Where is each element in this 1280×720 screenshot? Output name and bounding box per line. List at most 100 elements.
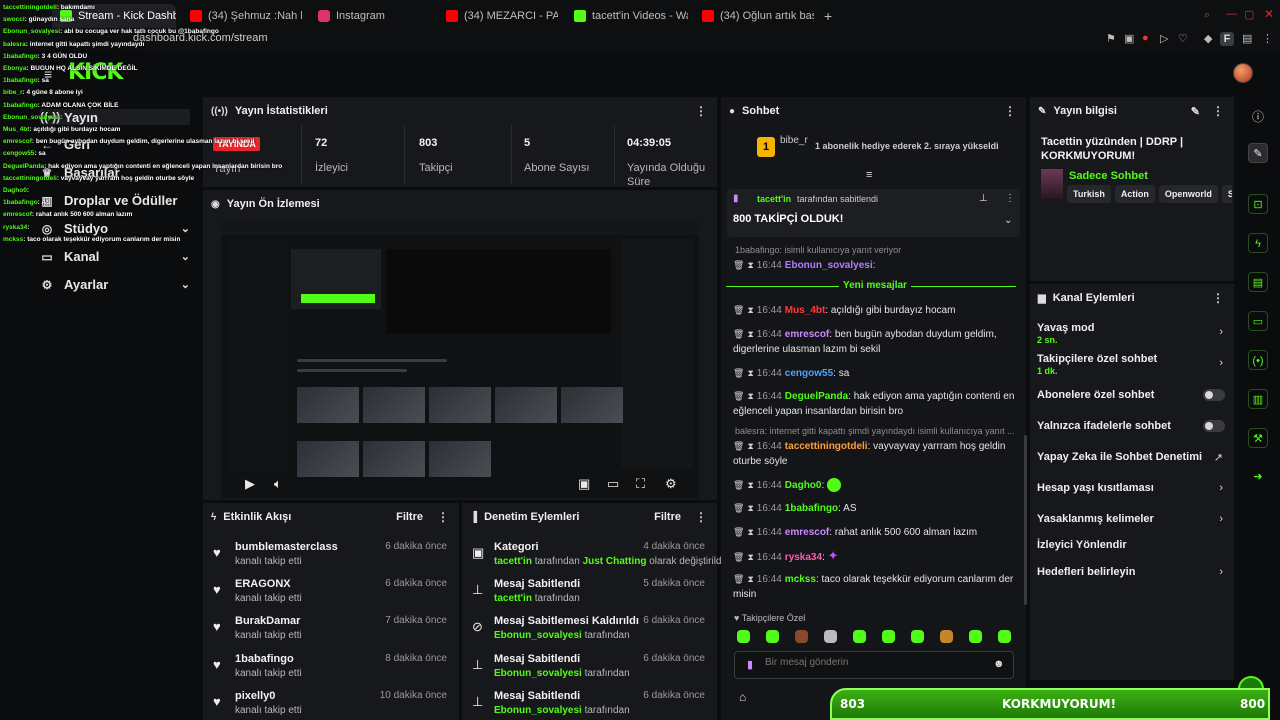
close-icon[interactable]: ✕ (1264, 7, 1274, 21)
arrow-icon[interactable]: ➜ (1248, 467, 1268, 487)
new-tab-button[interactable]: + (816, 4, 840, 28)
sidebar-item-kanal[interactable]: ▭ Kanal ⌄ (40, 249, 190, 264)
tag[interactable]: Openworld (1158, 185, 1218, 203)
message-username[interactable]: cengow55 (785, 368, 833, 379)
message-username[interactable]: taccettiningotdeli (785, 441, 868, 452)
emote-icon[interactable] (882, 630, 895, 643)
gift-username[interactable]: bibe_r (780, 135, 808, 146)
action-subscribers-only[interactable]: Abonelere özel sohbet (1037, 389, 1227, 401)
play-icon[interactable]: ▷ (1160, 32, 1168, 45)
edit-icon[interactable]: ✎ (1191, 105, 1200, 118)
message-username[interactable]: emrescof (785, 527, 829, 538)
emote-icon[interactable] (969, 630, 982, 643)
tab-youtube-1[interactable]: (34) Şehmuz :Nah bu kad (182, 4, 302, 28)
volume-icon[interactable]: 🔈︎ (274, 476, 282, 492)
info-icon[interactable]: ⓘ (1252, 108, 1264, 125)
actor[interactable]: tacett'in (494, 556, 532, 567)
toggle-switch[interactable] (1203, 389, 1225, 401)
delete-icon[interactable]: 🗑︎ (733, 503, 744, 513)
emote-icon[interactable] (911, 630, 924, 643)
delete-icon[interactable]: 🗑︎ (733, 260, 744, 270)
action-host[interactable]: İzleyici Yönlendir (1037, 539, 1227, 551)
delete-icon[interactable]: 🗑︎ (733, 329, 744, 339)
timeout-icon[interactable]: ⧗ (747, 480, 753, 490)
tab-youtube-2[interactable]: (34) MEZARCI - PARA BE (438, 4, 558, 28)
message-username[interactable]: 1babafingo (785, 503, 838, 514)
sidepanel-icon[interactable]: ▤ (1242, 32, 1252, 45)
emote-icon[interactable] (795, 630, 808, 643)
actor[interactable]: Ebonun_sovalyesi (494, 630, 582, 641)
action-followers-only[interactable]: Takipçilere özel sohbet 1 dk. › (1037, 353, 1227, 376)
delete-icon[interactable]: 🗑︎ (733, 391, 744, 401)
category-name[interactable]: Just Chatting (583, 556, 647, 567)
tab-instagram[interactable]: Instagram (310, 4, 430, 28)
tab-youtube-3[interactable]: (34) Oğlun artık başardı a (694, 4, 814, 28)
username[interactable]: 1babafingo (235, 653, 294, 665)
pinned-by[interactable]: tacett'in (757, 194, 791, 204)
screenshot-icon[interactable]: ▣ (1124, 32, 1134, 45)
message-username[interactable]: Dagho0 (785, 480, 822, 491)
action-emote-only[interactable]: Yalnızca ifadelerle sohbet (1037, 420, 1227, 432)
emote-icon[interactable] (737, 630, 750, 643)
timeout-icon[interactable]: ⧗ (747, 552, 753, 562)
pin-icon[interactable]: ⊥ (979, 193, 988, 204)
more-options-icon[interactable]: ⋮ (1212, 104, 1224, 118)
play-icon[interactable]: ▶ (245, 476, 255, 492)
message-username[interactable]: Mus_4bt (785, 305, 826, 316)
timeout-icon[interactable]: ⧗ (747, 305, 753, 315)
actor[interactable]: Ebonun_sovalyesi (494, 668, 582, 679)
filter-button[interactable]: Filtre (396, 511, 423, 523)
emote-icon[interactable] (853, 630, 866, 643)
chat-icon[interactable]: ▭ (1248, 311, 1268, 331)
message-username[interactable]: mckss (785, 574, 816, 585)
more-options-icon[interactable]: ⋮ (1005, 193, 1015, 204)
toggle-switch[interactable] (1203, 420, 1225, 432)
emote-icon[interactable] (766, 630, 779, 643)
username[interactable]: ERAGONX (235, 578, 291, 590)
edit-icon[interactable]: ✎ (1248, 143, 1268, 163)
filter-button[interactable]: Filtre (654, 511, 681, 523)
message-username[interactable]: emrescof (785, 329, 829, 340)
more-options-icon[interactable]: ⋮ (1212, 291, 1224, 305)
recording-icon[interactable]: ● (1142, 32, 1149, 44)
chat-input-box[interactable]: ▮ ☻ (734, 651, 1014, 679)
action-slow-mode[interactable]: Yavaş mod 2 sn. › (1037, 322, 1227, 345)
gear-icon[interactable]: ⚙ (665, 476, 677, 492)
timeout-icon[interactable]: ⧗ (747, 441, 753, 451)
sidebar-item-droplar[interactable]: ▥ Droplar ve Ödüller (40, 193, 190, 208)
timeout-icon[interactable]: ⧗ (747, 503, 753, 513)
timeout-icon[interactable]: ⧗ (747, 260, 753, 270)
emote-icon[interactable] (940, 630, 953, 643)
username[interactable]: BurakDamar (235, 615, 300, 627)
delete-icon[interactable]: 🗑︎ (733, 441, 744, 451)
more-options-icon[interactable]: ⋮ (1004, 104, 1016, 118)
delete-icon[interactable]: 🗑︎ (733, 552, 744, 562)
search-tabs-icon[interactable]: ⌕ (1204, 9, 1210, 22)
tag[interactable]: S (1221, 185, 1232, 203)
sidebar-item-yayin[interactable]: ((•)) Yayın (40, 109, 190, 125)
message-username[interactable]: Ebonun_sovalyesi (785, 260, 873, 271)
chat-scrollbar[interactable] (1024, 435, 1027, 605)
emote-icon[interactable] (998, 630, 1011, 643)
category-name[interactable]: Sadece Sohbet (1069, 170, 1148, 182)
extensions-icon[interactable]: ◆ (1204, 32, 1212, 45)
chevron-up-icon[interactable]: ≡ (866, 169, 872, 181)
timeout-icon[interactable]: ⧗ (747, 391, 753, 401)
bookmark-icon[interactable]: ⚑ (1106, 32, 1116, 45)
sidebar-item-studyo[interactable]: ◎ Stüdyo ⌄ (40, 221, 190, 236)
fullscreen-icon[interactable]: ⛶ (636, 476, 645, 492)
timeout-icon[interactable]: ⧗ (747, 527, 753, 537)
kick-logo[interactable]: KICK (68, 60, 123, 85)
delete-icon[interactable]: 🗑︎ (733, 368, 744, 378)
delete-icon[interactable]: 🗑︎ (733, 574, 744, 584)
more-options-icon[interactable]: ⋮ (437, 510, 449, 524)
pip-icon[interactable]: ▣ (578, 476, 590, 492)
sidebar-item-ayarlar[interactable]: ⚙ Ayarlar ⌄ (40, 277, 190, 292)
wrench-icon[interactable]: ⚒ (1248, 428, 1268, 448)
username[interactable]: bumblemasterclass (235, 541, 338, 553)
maximize-icon[interactable]: ▢ (1244, 8, 1254, 21)
clipboard-icon[interactable]: ▤ (1248, 272, 1268, 292)
action-ai-moderation[interactable]: Yapay Zeka ile Sohbet Denetimi ↗ (1037, 451, 1227, 464)
emoji-icon[interactable]: ☻ (993, 658, 1005, 670)
layout-icon[interactable]: ▥ (1248, 389, 1268, 409)
